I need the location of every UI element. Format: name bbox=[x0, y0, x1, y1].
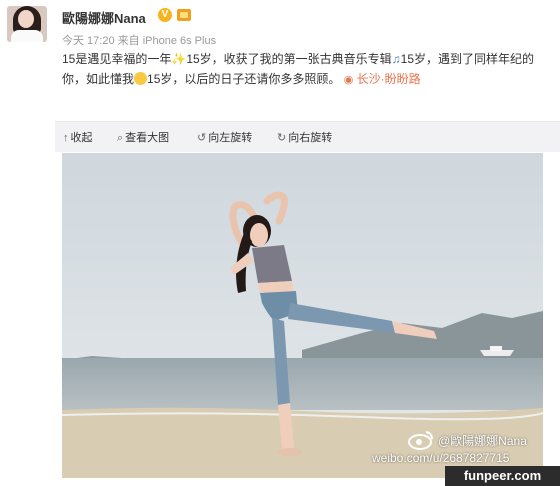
collapse-icon: ↑ bbox=[63, 132, 69, 144]
rotate-right-button[interactable]: ↻ 向右旋转 bbox=[277, 129, 332, 145]
username-link[interactable]: 歐陽娜娜Nana bbox=[62, 8, 146, 27]
post-text-part-4: 15岁，以后的日子还请你多多照顾。 bbox=[147, 72, 341, 86]
watermark-name: @歐陽娜娜Nana bbox=[438, 434, 527, 448]
post-meta[interactable]: 今天 17:20 来自 iPhone 6s Plus bbox=[62, 32, 216, 48]
magnifier-icon: ⌕ bbox=[117, 132, 124, 144]
rotate-right-label: 向右旋转 bbox=[288, 132, 333, 144]
rotate-left-button[interactable]: ↺ 向左旋转 bbox=[197, 129, 252, 145]
view-large-label: 查看大图 bbox=[125, 132, 170, 144]
rotate-right-icon: ↻ bbox=[277, 132, 287, 144]
photo-toolbar: ↑ 收起 ⌕ 查看大图 ↺ 向左旋转 ↻ 向右旋转 bbox=[55, 121, 560, 152]
post-text-part-1: 15是遇见幸福的一年 bbox=[62, 52, 172, 66]
site-watermark: funpeer.com bbox=[445, 466, 560, 486]
avatar[interactable] bbox=[7, 6, 47, 42]
blowing-kiss-emoji bbox=[134, 72, 148, 85]
location-pin-icon: ◉ bbox=[343, 74, 354, 86]
weibo-logo-icon bbox=[408, 431, 433, 450]
view-large-button[interactable]: ⌕ 查看大图 bbox=[117, 129, 169, 145]
sparkle-icon: ✨ bbox=[171, 52, 187, 66]
crown-icon[interactable] bbox=[177, 9, 191, 21]
collapse-label: 收起 bbox=[70, 132, 93, 144]
post-text: 15是遇见幸福的一年✨15岁，收获了我的第一张古典音乐专辑♫15岁，遇到了同样年… bbox=[62, 49, 552, 90]
location-label: 长沙·盼盼路 bbox=[356, 72, 421, 86]
beach-photo-drawing bbox=[62, 153, 543, 478]
post-header: 歐陽娜娜Nana V 今天 17:20 来自 iPhone 6s Plus 15… bbox=[0, 0, 560, 120]
collapse-button[interactable]: ↑ 收起 bbox=[63, 129, 93, 145]
post-photo[interactable] bbox=[62, 153, 543, 478]
location-link[interactable]: ◉ 长沙·盼盼路 bbox=[344, 72, 421, 86]
watermark-url: weibo.com/u/2687827715 bbox=[372, 451, 510, 465]
music-note-icon: ♫ bbox=[391, 52, 401, 66]
rotate-left-label: 向左旋转 bbox=[208, 132, 253, 144]
rotate-left-icon: ↺ bbox=[197, 132, 207, 144]
verified-badge-icon[interactable]: V bbox=[158, 8, 172, 22]
post-text-part-2: 15岁，收获了我的第一张古典音乐专辑 bbox=[186, 52, 392, 66]
